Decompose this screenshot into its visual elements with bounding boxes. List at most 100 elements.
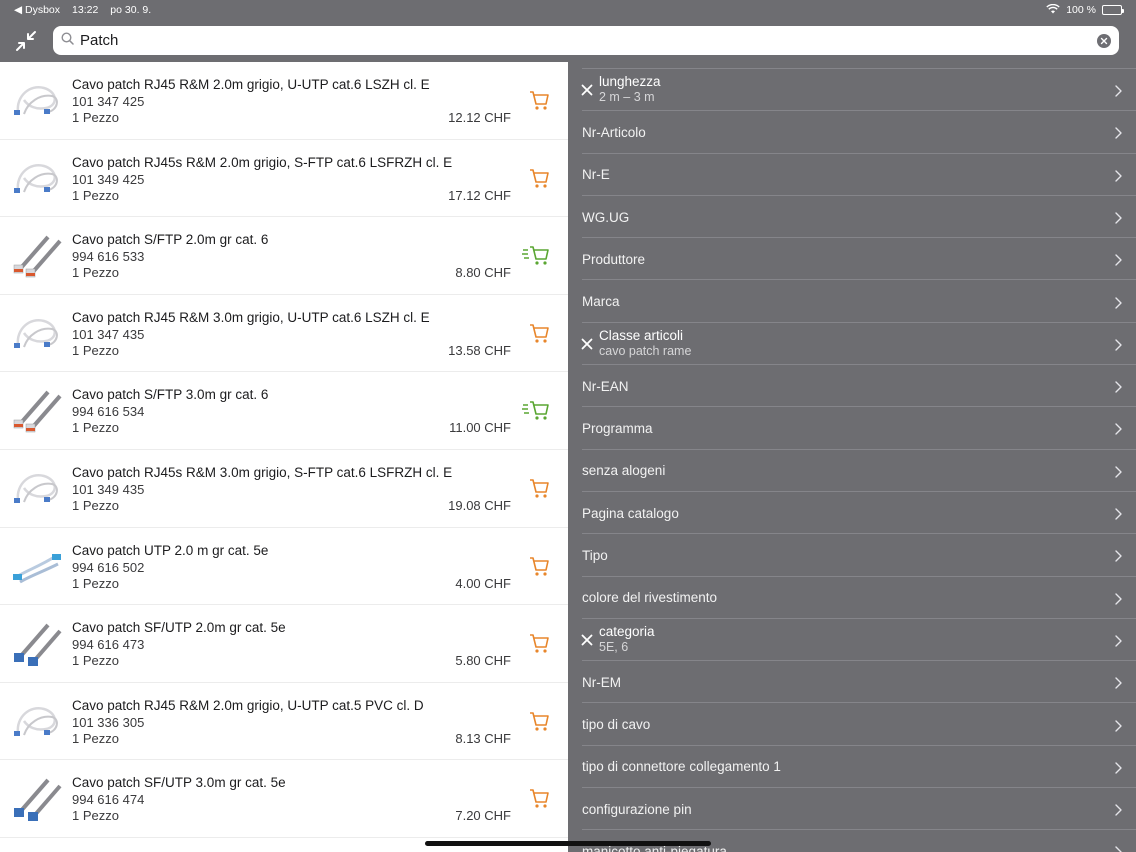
filter-label: Produttore [582,251,646,267]
product-thumbnail [10,774,64,822]
filter-label: configurazione pin [582,801,692,817]
back-to-app-link[interactable]: ◀ Dysbox [14,4,60,16]
add-to-cart-icon[interactable] [522,554,550,578]
product-row[interactable]: Cavo patch SF/UTP 3.0m gr cat. 5e 994 616… [0,760,568,838]
product-quantity: 1 Pezzo [72,420,119,436]
product-code: 994 616 534 [72,404,145,420]
product-list[interactable]: Cavo patch RJ45 R&M 2.0m grigio, U-UTP c… [0,62,568,852]
filter-row[interactable]: tipo di cavo [568,704,1136,746]
product-quantity: 1 Pezzo [72,187,119,203]
add-to-cart-icon[interactable] [522,709,550,733]
product-row[interactable]: Cavo patch RJ45s R&M 2.0m grigio, S-FTP … [0,140,568,218]
product-quantity: 1 Pezzo [72,497,119,513]
product-price: 11.00 CHF [449,420,511,436]
add-to-cart-icon[interactable] [522,631,550,655]
filter-row[interactable]: Produttore [568,238,1136,281]
add-to-cart-icon[interactable] [522,786,550,810]
product-thumbnail [10,697,64,745]
product-thumbnail [10,309,64,357]
battery-icon [1102,5,1124,15]
product-price: 12.12 CHF [448,110,511,125]
product-row[interactable]: Cavo patch RJ45 R&M 3.0m grigio, U-UTP c… [0,295,568,373]
product-name: Cavo patch RJ45 R&M 2.0m grigio, U-UTP c… [72,697,424,713]
product-quantity: 1 Pezzo [72,265,119,281]
chevron-right-icon [1115,465,1122,478]
filter-label: Pagina catalogo [582,505,679,521]
add-to-cart-icon[interactable] [522,398,550,422]
remove-filter-icon[interactable] [581,337,593,350]
product-quantity: 1 Pezzo [72,653,119,669]
filter-value: 2 m – 3 m [599,90,655,104]
filter-row[interactable]: Nr-E [568,154,1136,196]
chevron-right-icon [1115,676,1122,689]
filter-label: WG.UG [582,209,630,225]
filter-label: Marca [582,294,620,310]
filter-label: tipo di connettore collegamento 1 [582,759,781,775]
filter-row[interactable]: Nr-EAN [568,365,1136,408]
chevron-right-icon [1115,169,1122,182]
filter-row[interactable]: categoria 5E, 6 [568,619,1136,662]
collapse-icon[interactable] [0,20,52,62]
filter-row[interactable]: Nr-EM [568,661,1136,704]
filter-row[interactable]: Classe articoli cavo patch rame [568,323,1136,366]
filter-row[interactable]: WG.UG [568,196,1136,239]
product-name: Cavo patch UTP 2.0 m gr cat. 5e [72,542,269,558]
product-row[interactable]: Cavo patch RJ45 R&M 2.0m grigio, U-UTP c… [0,62,568,140]
filter-label: tipo di cavo [582,717,651,733]
add-to-cart-icon[interactable] [522,476,550,500]
product-row[interactable]: Cavo patch UTP 2.0 m gr cat. 5e 994 616 5… [0,528,568,606]
clear-search-icon[interactable] [1097,33,1111,48]
product-name: Cavo patch RJ45s R&M 2.0m grigio, S-FTP … [72,154,453,170]
product-row[interactable]: Cavo patch S/FTP 2.0m gr cat. 6 994 616 5… [0,217,568,295]
product-row[interactable]: Cavo patch S/FTP 3.0m gr cat. 6 994 616 5… [0,372,568,450]
product-code: 994 616 474 [72,792,145,808]
filter-label: Nr-Articolo [582,124,646,140]
add-to-cart-icon[interactable] [522,166,550,190]
add-to-cart-icon[interactable] [522,243,550,267]
chevron-right-icon [1115,845,1122,852]
product-code: 101 349 425 [72,171,145,187]
filter-row[interactable]: configurazione pin [568,788,1136,831]
search-input[interactable] [80,32,1097,49]
product-row[interactable]: Cavo patch SF/UTP 2.0m gr cat. 5e 994 616… [0,605,568,683]
filter-row[interactable]: tipo di connettore collegamento 1 [568,746,1136,789]
remove-filter-icon[interactable] [581,83,593,96]
wifi-icon [1046,3,1060,17]
product-thumbnail [10,386,64,434]
filter-label: Nr-EM [582,674,621,690]
product-name: Cavo patch RJ45 R&M 2.0m grigio, U-UTP c… [72,77,430,92]
add-to-cart-icon[interactable] [522,88,550,112]
filter-label: categoria [599,623,655,639]
filter-row[interactable]: Marca [568,281,1136,323]
product-row[interactable]: Cavo patch RJ45 R&M 2.0m grigio, U-UTP c… [0,683,568,761]
chevron-right-icon [1115,761,1122,774]
search-field[interactable] [53,26,1119,55]
filter-row[interactable]: lunghezza 2 m – 3 m [568,69,1136,112]
chevron-right-icon [1115,549,1122,562]
product-row[interactable]: Cavo patch RJ45s R&M 3.0m grigio, S-FTP … [0,450,568,528]
product-name: Cavo patch S/FTP 2.0m gr cat. 6 [72,232,269,248]
filter-label: lunghezza [599,74,661,89]
product-price: 13.58 CHF [448,342,511,358]
product-quantity: 1 Pezzo [72,808,119,824]
filter-row[interactable]: senza alogeni [568,450,1136,492]
filter-row[interactable]: Tipo [568,534,1136,577]
chevron-right-icon [1115,380,1122,393]
filter-row[interactable]: Nr-Articolo [568,111,1136,154]
chevron-right-icon [1115,719,1122,732]
product-code: 101 336 305 [72,714,145,730]
filter-row[interactable]: Pagina catalogo [568,492,1136,535]
add-to-cart-icon[interactable] [522,321,550,345]
filter-label: Programma [582,421,653,437]
chevron-right-icon [1115,634,1122,647]
filter-label: colore del rivestimento [582,590,718,606]
filter-row[interactable]: Programma [568,407,1136,450]
chevron-right-icon [1115,296,1122,309]
chevron-right-icon [1115,253,1122,266]
remove-filter-icon[interactable] [581,633,593,646]
product-code: 994 616 502 [72,559,145,575]
filter-row[interactable]: colore del rivestimento [568,577,1136,619]
filter-value: 5E, 6 [599,639,629,654]
product-name: Cavo patch RJ45s R&M 3.0m grigio, S-FTP … [72,464,453,480]
product-name: Cavo patch S/FTP 3.0m gr cat. 6 [72,387,269,403]
